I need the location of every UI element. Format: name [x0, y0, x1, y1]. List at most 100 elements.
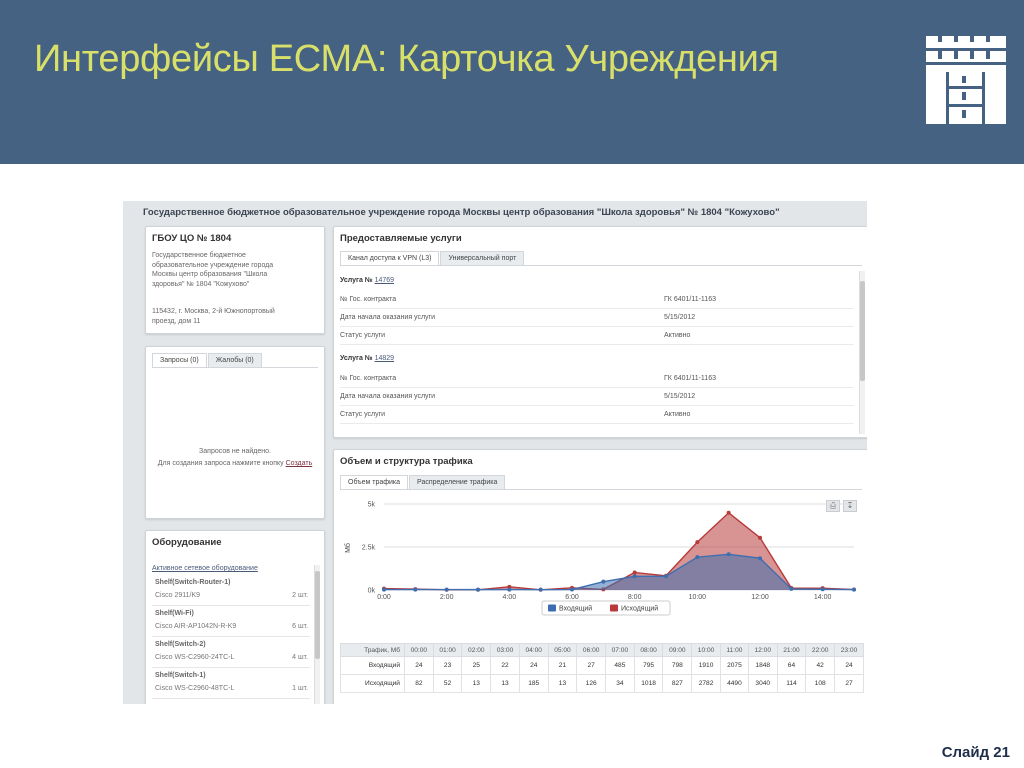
equipment-item[interactable]: Shelf(Switch-Router-1) Cisco 2911/K9 2 ш… [152, 575, 310, 606]
traffic-table-hour: 21:00 [776, 643, 807, 657]
requests-tabs: Запросы (0) Жалобы (0) [152, 353, 318, 368]
traffic-table-hour: 04:00 [518, 643, 549, 657]
traffic-cell: 185 [518, 674, 549, 693]
equipment-count: 2 шт. [292, 592, 308, 599]
traffic-table-hour: 02:00 [461, 643, 492, 657]
y-tick-label: 2.5k [362, 545, 376, 552]
requests-hint-text: Для создания запроса нажмите кнопку [157, 460, 284, 467]
traffic-cell: 27 [834, 674, 864, 693]
equipment-model: Cisco 2911/K9 [155, 592, 201, 599]
service-label-text: Услуга № [340, 355, 373, 362]
traffic-cell: 114 [776, 674, 807, 693]
service-field-row: № Гос. контракта ГК 6401/11-1163 [340, 370, 854, 388]
traffic-table-row: Исходящий 82 52 13 13 185 13 126 34 1018 827 2782 44… [340, 674, 864, 693]
org-full-name-line: Государственное бюджетное [152, 252, 246, 259]
equipment-count: 1 шт. [292, 685, 308, 692]
equipment-item[interactable]: Shelf(Wi-Fi) Cisco AIR-AP1042N-R-K9 6 шт… [152, 606, 310, 637]
service-id-link[interactable]: 14769 [375, 277, 394, 284]
traffic-cell: 42 [805, 656, 836, 675]
equipment-model: Cisco WS-C2960-48TC-L [155, 685, 235, 692]
services-scrollbar[interactable] [859, 271, 865, 434]
tab-requests[interactable]: Запросы (0) [152, 353, 207, 367]
data-point [476, 587, 480, 592]
traffic-table: Трафик, Мб 00:00 01:00 02:00 03:00 04:00 05:00… [340, 643, 864, 693]
requests-panel: Запросы (0) Жалобы (0) Запросов не найде… [145, 346, 325, 519]
traffic-cell: 13 [547, 674, 578, 693]
tab-vpn-channel[interactable]: Канал доступа к VPN (L3) [340, 251, 440, 265]
traffic-cell: 3040 [747, 674, 778, 693]
traffic-cell: 64 [776, 656, 807, 675]
traffic-cell: 21 [547, 656, 578, 675]
org-card: ГБОУ ЦО № 1804 Государственное бюджетное… [145, 226, 325, 334]
tab-complaints[interactable]: Жалобы (0) [207, 353, 262, 367]
service-header-row: Услуга № 14769 [340, 272, 854, 290]
data-point [726, 510, 731, 515]
traffic-cell: 52 [432, 674, 463, 693]
traffic-table-hour: 08:00 [633, 643, 664, 657]
header-band [0, 0, 1024, 164]
equipment-scroll-thumb[interactable] [315, 571, 320, 659]
traffic-cell: 13 [490, 674, 520, 693]
org-full-name-line: Москвы центр образования "Школа [152, 271, 268, 278]
service-label: Услуга № 14829 [340, 355, 394, 362]
data-point [632, 570, 637, 575]
x-tick-label: 2:00 [440, 594, 454, 601]
data-point [632, 574, 637, 579]
equipment-scrollbar[interactable] [314, 565, 320, 704]
data-point [789, 586, 794, 591]
create-request-link[interactable]: Создать [286, 460, 313, 467]
data-point [695, 540, 700, 545]
service-id-link[interactable]: 14829 [375, 355, 394, 362]
logo-icon [926, 36, 1006, 124]
equipment-name: Shelf(Switch-2) [155, 641, 206, 648]
service-field-row: № Гос. контракта ГК 6401/11-1163 [340, 291, 854, 309]
data-point [382, 587, 386, 592]
equipment-panel: Оборудование Активное сетевое оборудован… [145, 530, 325, 704]
traffic-cell: 108 [805, 674, 836, 693]
traffic-cell: 25 [461, 656, 492, 675]
data-point [726, 552, 731, 557]
services-panel: Предоставляемые услуги Канал доступа к V… [333, 226, 867, 438]
equipment-name: Shelf(Wi-Fi) [155, 610, 194, 617]
data-point [664, 574, 668, 579]
data-point [852, 587, 856, 592]
x-tick-label: 6:00 [565, 594, 579, 601]
traffic-cell: 827 [662, 674, 693, 693]
service-header-row: Услуга № 14829 [340, 350, 854, 368]
service-field-row: Дата начала оказания услуги 5/15/2012 [340, 309, 854, 327]
series-area [384, 554, 854, 590]
org-address-line: 115432, г. Москва, 2-й Южнопортовый [152, 308, 275, 315]
service-field-value: ГК 6401/11-1163 [664, 296, 716, 303]
data-point [538, 587, 543, 592]
slide-number: Слайд 21 [941, 744, 1010, 761]
traffic-cell: 24 [404, 656, 434, 675]
x-tick-label: 4:00 [503, 594, 517, 601]
y-tick-label: 0k [368, 588, 376, 595]
services-scroll-thumb[interactable] [860, 281, 865, 381]
traffic-cell: 798 [662, 656, 693, 675]
legend-swatch [548, 604, 556, 612]
traffic-cell: 1848 [747, 656, 778, 675]
tab-universal-port[interactable]: Универсальный порт [440, 251, 525, 265]
traffic-table-row: Входящий 24 23 25 22 24 21 27 485 795 798 1910 2075 1… [340, 656, 864, 675]
service-field-key: № Гос. контракта [340, 375, 397, 382]
traffic-row-label: Входящий [340, 656, 405, 675]
data-point [695, 555, 700, 560]
service-field-value: ГК 6401/11-1163 [664, 375, 716, 382]
legend-label: Исходящий [621, 605, 658, 613]
tab-traffic-distribution[interactable]: Распределение трафика [409, 475, 506, 489]
data-point [820, 587, 825, 592]
data-point [570, 587, 574, 592]
traffic-table-hour: 23:00 [834, 643, 864, 657]
tab-traffic-volume[interactable]: Объем трафика [340, 475, 409, 489]
service-label-text: Услуга № [340, 277, 373, 284]
traffic-cell: 22 [490, 656, 520, 675]
x-tick-label: 0:00 [377, 594, 391, 601]
equipment-item[interactable]: Shelf(Switch-2) Cisco WS-C2960-24TC-L 4 … [152, 637, 310, 668]
equipment-name: Shelf(Switch-Router-1) [155, 579, 231, 586]
equipment-item[interactable]: Shelf(Switch-1) Cisco WS-C2960-48TC-L 1 … [152, 668, 310, 699]
equipment-count: 6 шт. [292, 623, 308, 630]
service-field-key: № Гос. контракта [340, 296, 397, 303]
active-network-equipment-link[interactable]: Активное сетевое оборудование [152, 565, 258, 572]
equipment-model: Cisco AIR-AP1042N-R-K9 [155, 623, 237, 630]
